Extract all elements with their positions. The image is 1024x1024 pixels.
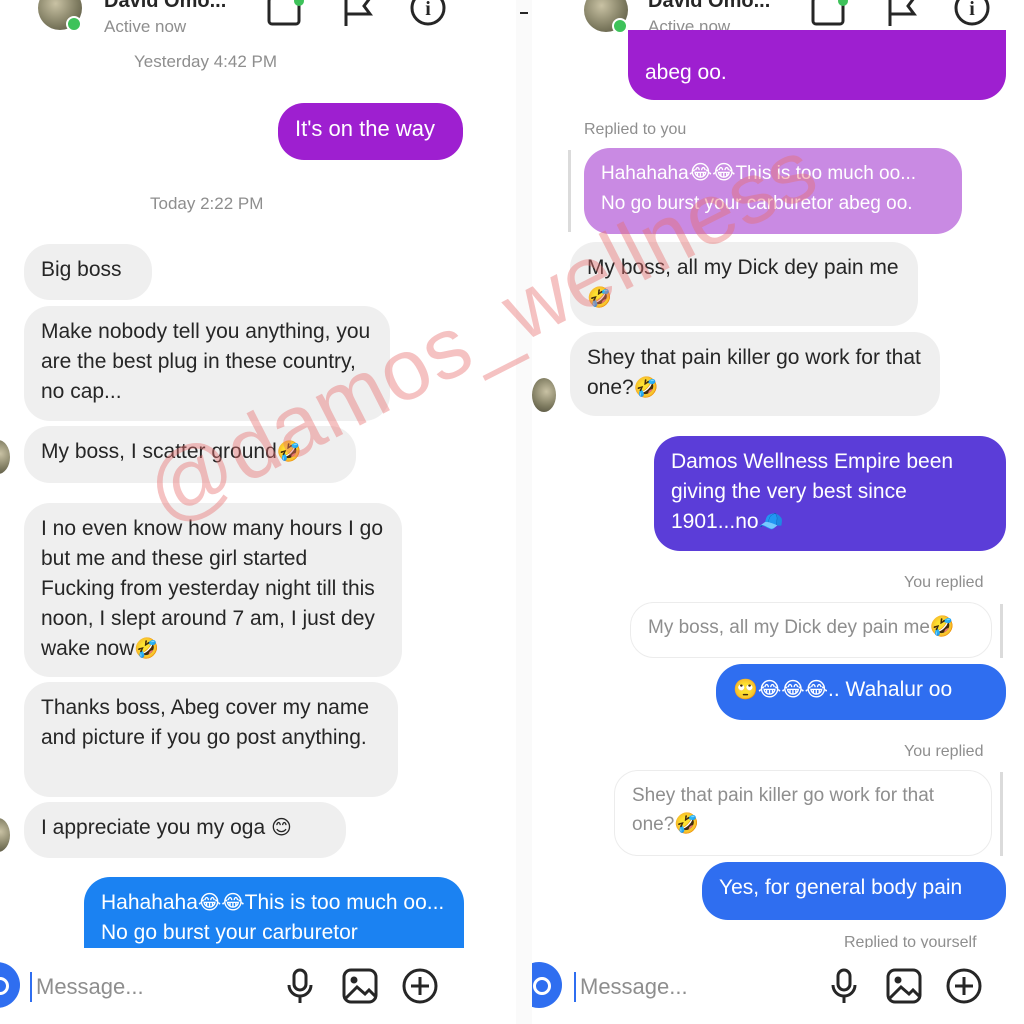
- sent-message[interactable]: 🙄😂😂😂.. Wahalur oo: [716, 664, 1006, 720]
- sender-avatar: [532, 378, 556, 412]
- svg-text:i: i: [969, 0, 975, 20]
- flag-icon[interactable]: [884, 0, 924, 30]
- received-message[interactable]: I appreciate you my oga 😊: [24, 802, 346, 858]
- sent-message[interactable]: Damos Wellness Empire been giving the ve…: [654, 436, 1006, 551]
- received-message[interactable]: Big boss: [24, 244, 152, 300]
- message-input[interactable]: [34, 964, 278, 1010]
- replied-message-preview[interactable]: Hahahaha😂😂This is too much oo... No go b…: [584, 148, 962, 234]
- panel-divider: [516, 0, 532, 1024]
- svg-text:i: i: [425, 0, 431, 20]
- camera-icon[interactable]: [0, 962, 20, 1008]
- cap-emoji: 🧢: [758, 511, 784, 533]
- sent-message[interactable]: abeg oo.: [628, 30, 1006, 100]
- add-circle-icon[interactable]: [944, 966, 984, 1006]
- active-status: Active now: [104, 17, 187, 36]
- message-text: Big boss: [41, 258, 122, 281]
- replied-label: Replied to you: [584, 121, 687, 138]
- flag-icon[interactable]: [340, 0, 380, 30]
- eyeroll-emoji: 🙄: [733, 679, 758, 701]
- reply-line: [568, 150, 571, 232]
- contact-name[interactable]: David Omo...: [648, 0, 770, 13]
- received-message[interactable]: Shey that pain killer go work for that o…: [570, 332, 940, 416]
- rofl-emoji: 🤣: [276, 441, 302, 463]
- replied-label: You replied: [904, 574, 984, 591]
- message-text: Make nobody tell you anything, you are t…: [41, 320, 371, 403]
- message-text: Hahahaha: [101, 891, 198, 914]
- image-icon[interactable]: [884, 966, 924, 1006]
- sent-message[interactable]: It's on the way: [278, 103, 463, 160]
- received-message[interactable]: I no even know how many hours I go but m…: [24, 503, 402, 677]
- message-text: abeg oo.: [645, 61, 727, 84]
- smile-emoji: 😊: [270, 817, 292, 839]
- replied-label: You replied: [904, 743, 984, 760]
- microphone-icon[interactable]: [824, 966, 864, 1006]
- message-composer: [532, 948, 1024, 1024]
- message-text: Thanks boss, Abeg cover my name and pict…: [41, 696, 369, 749]
- online-indicator: [66, 16, 82, 32]
- message-text: .. Wahalur oo: [828, 678, 953, 701]
- video-call-icon[interactable]: [810, 0, 850, 30]
- timestamp: Today 2:22 PM: [150, 194, 264, 213]
- sent-message[interactable]: Yes, for general body pain: [702, 862, 1006, 920]
- add-circle-icon[interactable]: [400, 966, 440, 1006]
- received-message[interactable]: Thanks boss, Abeg cover my name and pict…: [24, 682, 398, 797]
- joy-emoji: 😂: [688, 162, 713, 184]
- message-text: Yes, for general body pain: [719, 876, 963, 899]
- timestamp: Yesterday 4:42 PM: [134, 52, 278, 71]
- reply-line: [1000, 604, 1003, 658]
- message-text: I no even know how many hours I go but m…: [41, 517, 384, 660]
- sender-avatar: [0, 440, 10, 474]
- rofl-emoji: 🤣: [929, 616, 955, 638]
- rofl-emoji: 🤣: [633, 377, 659, 399]
- sender-avatar: [0, 818, 10, 852]
- message-text: My boss, all my Dick dey pain me: [587, 256, 899, 279]
- text-cursor: [574, 972, 576, 1002]
- message-text: My boss, I scatter ground: [41, 440, 277, 463]
- joy-emoji: 😂: [781, 679, 805, 701]
- rofl-emoji: 🤣: [587, 287, 612, 309]
- info-icon[interactable]: i: [952, 0, 992, 30]
- joy-emoji: 😂: [221, 892, 245, 914]
- reply-line: [1000, 772, 1003, 856]
- joy-emoji: 😂: [712, 162, 736, 184]
- joy-emoji: 😂: [804, 679, 829, 701]
- info-icon[interactable]: i: [408, 0, 448, 30]
- quoted-message[interactable]: My boss, all my Dick dey pain me🤣: [630, 602, 992, 658]
- message-composer: [0, 948, 516, 1024]
- text-cursor: [30, 972, 32, 1002]
- rofl-emoji: 🤣: [134, 638, 160, 660]
- received-message[interactable]: Make nobody tell you anything, you are t…: [24, 306, 390, 421]
- message-text: My boss, all my Dick dey pain me: [648, 617, 930, 638]
- microphone-icon[interactable]: [280, 966, 320, 1006]
- message-text: It's on the way: [295, 116, 435, 141]
- message-input[interactable]: [578, 964, 812, 1010]
- message-text: Hahahaha: [601, 163, 689, 184]
- joy-emoji: 😂: [197, 892, 222, 914]
- right-chat-screenshot: David Omo... Active now i abeg oo. Repli…: [532, 0, 1024, 1024]
- joy-emoji: 😂: [757, 679, 782, 701]
- quoted-message[interactable]: Shey that pain killer go work for that o…: [614, 770, 992, 856]
- contact-name[interactable]: David Omo...: [104, 0, 226, 13]
- left-chat-screenshot: David Omo... Active now i Yesterday 4:42…: [0, 0, 516, 1024]
- received-message[interactable]: My boss, all my Dick dey pain me 🤣: [570, 242, 918, 326]
- camera-icon[interactable]: [532, 962, 562, 1008]
- rofl-emoji: 🤣: [674, 813, 700, 835]
- message-text: Damos Wellness Empire been giving the ve…: [671, 450, 954, 533]
- video-call-icon[interactable]: [266, 0, 306, 30]
- image-icon[interactable]: [340, 966, 380, 1006]
- online-indicator: [612, 18, 628, 34]
- received-message[interactable]: My boss, I scatter ground🤣: [24, 426, 356, 483]
- message-text: I appreciate you my oga: [41, 816, 266, 839]
